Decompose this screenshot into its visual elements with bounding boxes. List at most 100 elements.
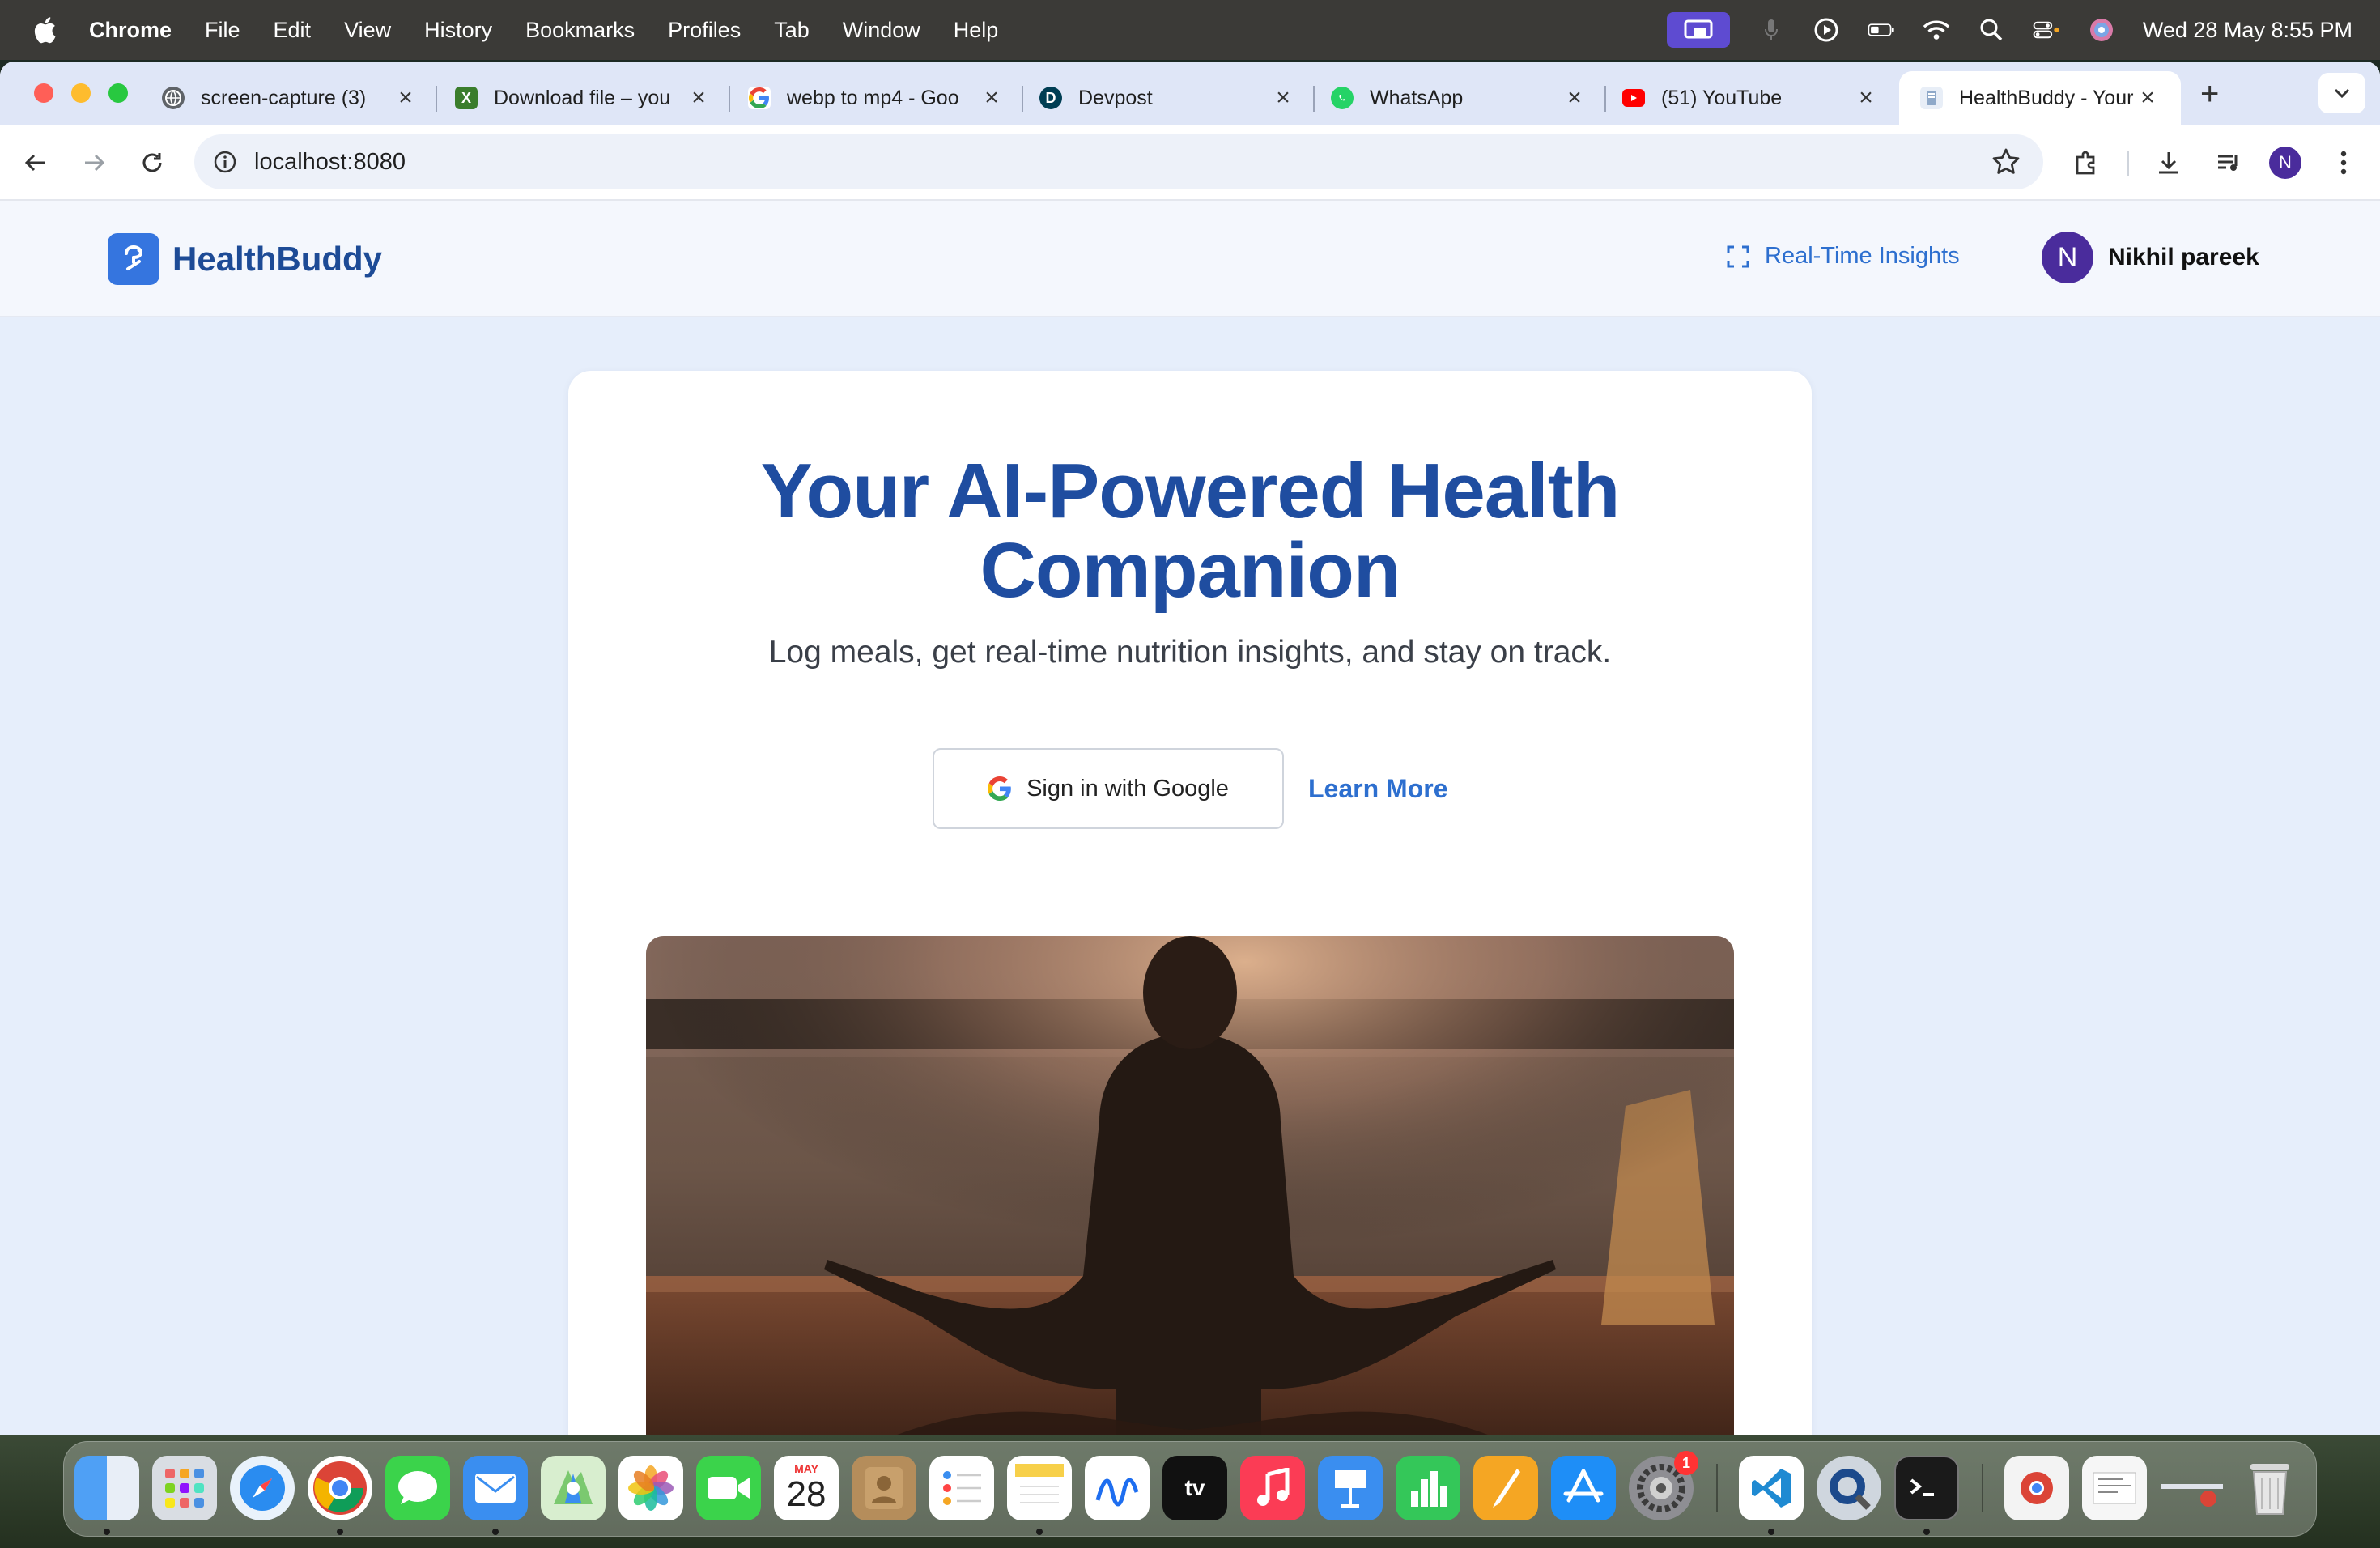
learn-more-link[interactable]: Learn More (1308, 748, 1447, 829)
tab-healthbuddy[interactable]: HealthBuddy - Your × (1899, 71, 2181, 125)
tab-search-button[interactable] (2318, 73, 2365, 113)
close-tab-icon[interactable]: × (393, 86, 418, 110)
downloads-button[interactable] (2150, 144, 2187, 181)
close-tab-icon[interactable]: × (1854, 86, 1878, 110)
contacts-icon[interactable] (852, 1456, 916, 1520)
menu-help[interactable]: Help (954, 18, 999, 43)
address-bar[interactable]: localhost:8080 (194, 134, 2043, 189)
apple-icon[interactable] (32, 16, 57, 44)
keynote-icon[interactable] (1318, 1456, 1383, 1520)
menu-window[interactable]: Window (843, 18, 920, 43)
back-button[interactable] (19, 147, 52, 179)
reload-button[interactable] (136, 147, 168, 179)
sign-in-with-google-button[interactable]: Sign in with Google (933, 748, 1284, 829)
trash-icon[interactable] (2238, 1456, 2302, 1520)
download-icon (2159, 152, 2178, 174)
scan-frame-icon (1727, 245, 1749, 267)
terminal-icon[interactable] (1894, 1456, 1959, 1520)
zoom-window-button[interactable] (108, 83, 128, 103)
close-tab-icon[interactable]: × (980, 86, 1004, 110)
close-tab-icon[interactable]: × (686, 86, 711, 110)
reminders-icon[interactable] (929, 1456, 994, 1520)
hero-title: Your AI-Powered Health Companion (568, 452, 1812, 610)
siri-icon[interactable] (2088, 16, 2115, 44)
menu-profiles[interactable]: Profiles (668, 18, 741, 43)
minimize-window-button[interactable] (71, 83, 91, 103)
chrome-menu-button[interactable] (2325, 144, 2362, 181)
tab-youtube[interactable]: (51) YouTube × (1622, 71, 1878, 125)
spotlight-search-icon[interactable] (1978, 16, 2005, 44)
numbers-icon[interactable] (1396, 1456, 1460, 1520)
control-center-icon[interactable] (2033, 16, 2060, 44)
close-window-button[interactable] (34, 83, 53, 103)
user-menu[interactable]: N Nikhil pareek (2042, 232, 2259, 283)
notes-icon[interactable] (1007, 1456, 1072, 1520)
play-icon[interactable] (1813, 16, 1840, 44)
music-icon[interactable] (1240, 1456, 1305, 1520)
dock-divider (1982, 1464, 1983, 1512)
close-tab-icon[interactable]: × (1562, 86, 1587, 110)
menu-edit[interactable]: Edit (274, 18, 312, 43)
photos-icon[interactable] (618, 1456, 683, 1520)
running-indicator (1923, 1529, 1930, 1535)
brand-name: HealthBuddy (172, 240, 383, 278)
safari-icon[interactable] (230, 1456, 295, 1520)
launchpad-icon[interactable] (152, 1456, 217, 1520)
freeform-icon[interactable] (1085, 1456, 1150, 1520)
media-controls-button[interactable] (2210, 144, 2247, 181)
tab-divider (1022, 86, 1023, 112)
tab-whatsapp[interactable]: WhatsApp × (1331, 71, 1587, 125)
url-text[interactable]: localhost:8080 (254, 149, 406, 176)
extensions-button[interactable] (2068, 144, 2105, 181)
finder-icon[interactable] (74, 1456, 139, 1520)
messages-icon[interactable] (385, 1456, 450, 1520)
new-tab-button[interactable]: + (2200, 78, 2219, 110)
real-time-insights-link[interactable]: Real-Time Insights (1726, 243, 1960, 270)
calendar-icon[interactable]: MAY 28 (774, 1456, 839, 1520)
menu-bookmarks[interactable]: Bookmarks (525, 18, 635, 43)
facetime-icon[interactable] (696, 1456, 761, 1520)
apple-tv-label: tv (1184, 1475, 1205, 1500)
menubar-clock[interactable]: Wed 28 May 8:55 PM (2143, 18, 2352, 43)
apple-tv-icon[interactable]: tv (1162, 1456, 1227, 1520)
chrome-window: screen-capture (3) × X Download file – y… (0, 62, 2380, 1435)
maps-icon[interactable] (541, 1456, 606, 1520)
document-stack-icon[interactable] (2082, 1456, 2147, 1520)
menu-app-name[interactable]: Chrome (89, 18, 172, 43)
mail-icon[interactable] (463, 1456, 528, 1520)
microphone-icon[interactable] (1757, 16, 1785, 44)
running-indicator (337, 1529, 343, 1535)
wifi-icon[interactable] (1923, 16, 1950, 44)
forward-button[interactable] (78, 147, 110, 179)
close-tab-icon[interactable]: × (1271, 86, 1295, 110)
tab-google-search[interactable]: webp to mp4 - Goo × (748, 71, 1004, 125)
profile-button[interactable]: N (2267, 144, 2304, 181)
youtube-icon (1622, 89, 1645, 107)
meditation-photo (646, 936, 1734, 1435)
menu-tab[interactable]: Tab (774, 18, 810, 43)
menu-file[interactable]: File (205, 18, 240, 43)
window-controls (34, 83, 128, 103)
system-settings-icon[interactable]: 1 (1629, 1451, 1698, 1520)
bookmark-star-icon[interactable] (1990, 146, 2022, 178)
pages-icon[interactable] (1473, 1456, 1538, 1520)
downloads-stack-icon[interactable] (2004, 1456, 2069, 1520)
quicktime-icon[interactable] (1817, 1456, 1881, 1520)
menu-view[interactable]: View (344, 18, 391, 43)
chrome-icon[interactable] (308, 1456, 372, 1520)
brand[interactable]: HealthBuddy (108, 233, 382, 285)
screenshot-stack-icon[interactable] (2160, 1456, 2225, 1520)
battery-icon[interactable] (1868, 16, 1895, 44)
site-info-icon[interactable] (209, 146, 241, 178)
app-store-icon[interactable] (1551, 1456, 1616, 1520)
whatsapp-icon (1331, 87, 1354, 109)
tab-devpost[interactable]: D Devpost × (1039, 71, 1295, 125)
close-tab-icon[interactable]: × (2136, 86, 2160, 110)
vscode-icon[interactable] (1739, 1456, 1804, 1520)
screen-mirroring-icon[interactable] (1666, 12, 1730, 48)
tab-download-file[interactable]: X Download file – you × (455, 71, 711, 125)
menu-history[interactable]: History (424, 18, 492, 43)
tab-screen-capture[interactable]: screen-capture (3) × (162, 71, 418, 125)
tab-divider (1604, 86, 1606, 112)
tab-divider (436, 86, 437, 112)
